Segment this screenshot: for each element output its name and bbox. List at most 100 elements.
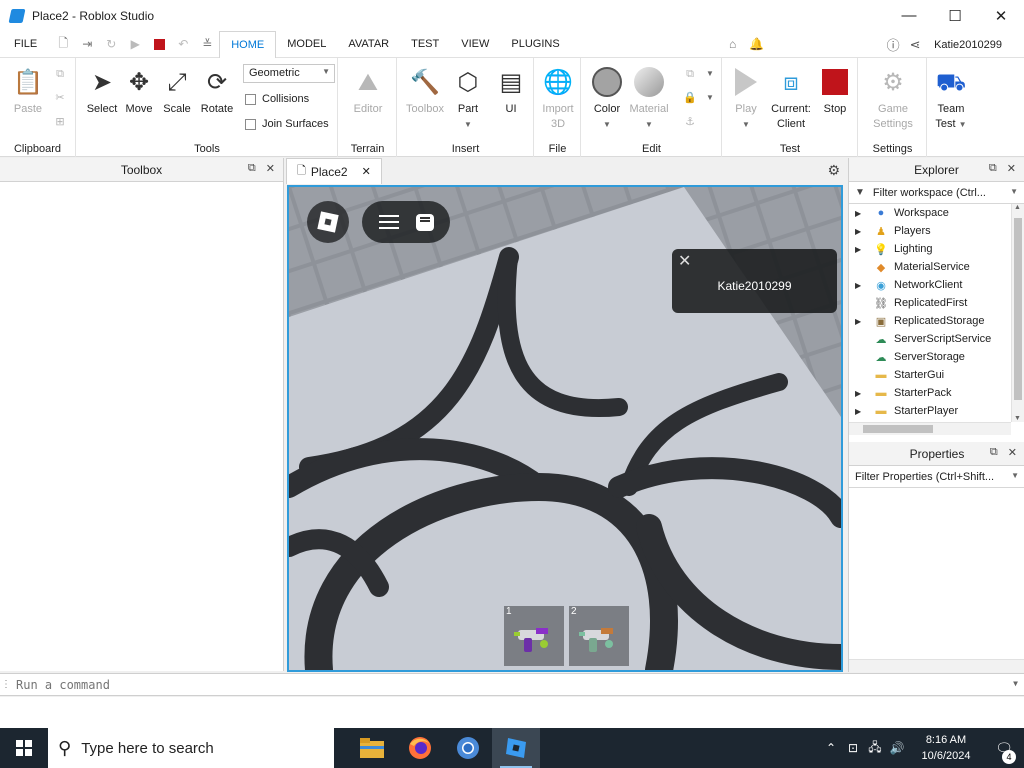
file-explorer-taskbar[interactable] [348,728,396,768]
user-name[interactable]: Katie2010299 [926,39,1024,51]
close-button[interactable]: ✕ [978,0,1024,31]
group-icon[interactable]: ⧉ [682,66,698,82]
explorer-filter[interactable]: ▼ Filter workspace (Ctrl... ▼ [849,182,1024,204]
game-settings-button[interactable]: ⚙ Game Settings [868,66,918,132]
viewport-settings-gear-icon[interactable]: ⚙ [827,162,840,179]
material-button[interactable]: Material ▼ [624,66,674,132]
help-icon[interactable]: ⓘ [882,35,904,54]
play-small-icon[interactable]: ▶ [123,32,147,56]
file-menu[interactable]: FILE [0,38,51,50]
new-file-icon[interactable]: 🗋 [51,32,75,56]
ui-button[interactable]: ▤ UI [486,66,536,117]
stop-small-icon[interactable] [147,32,171,56]
explorer-item-replicatedfirst[interactable]: ⛓ ReplicatedFirst [849,294,1011,312]
anchor-icon[interactable]: ⚓ [682,114,698,130]
rotate-button[interactable]: ⟳ Rotate [192,66,242,117]
expand-arrow-icon[interactable]: ▶ [855,245,873,254]
hotbar-slot-1[interactable]: 1 [504,606,564,666]
quick-access-dropdown-icon[interactable]: ≚ [195,32,219,56]
collisions-checkbox[interactable]: Collisions [245,93,309,105]
color-dropdown-icon[interactable]: ▼ [603,120,611,129]
properties-filter[interactable]: Filter Properties (Ctrl+Shift... ▼ [849,466,1024,488]
terrain-editor-button[interactable]: ⛰ Editor [343,66,393,117]
tray-chevron-up-icon[interactable]: ⌃ [820,741,842,755]
lock-icon[interactable]: 🔒 [682,90,698,106]
join-surfaces-checkbox[interactable]: Join Surfaces [245,118,329,130]
explorer-item-starterplayer[interactable]: ▶ ▬ StarterPlayer [849,402,1011,420]
undo-icon[interactable]: ↶ [171,32,195,56]
expand-arrow-icon[interactable]: ▶ [855,227,873,236]
chat-icon[interactable] [415,213,434,231]
tray-network-status-icon[interactable]: ⊡ [842,741,864,755]
material-dropdown-icon[interactable]: ▼ [645,120,653,129]
publish-icon[interactable]: ⇥ [75,32,99,56]
tray-network-icon[interactable]: 🖧 [864,738,886,759]
tab-plugins[interactable]: PLUGINS [500,31,570,58]
explorer-vertical-scrollbar[interactable]: ▲ ▼ [1011,204,1024,422]
maximize-button[interactable]: ☐ [932,0,978,31]
collapse-ribbon-icon[interactable]: ⌂ [721,32,745,56]
stop-button[interactable]: Stop [810,66,860,117]
hotbar-slot-2[interactable]: 2 [569,606,629,666]
share-icon[interactable]: ⋖ [904,37,926,53]
tray-volume-icon[interactable]: 🔊 [886,741,908,755]
explorer-item-starterpack[interactable]: ▶ ▬ StarterPack [849,384,1011,402]
explorer-item-workspace[interactable]: ▶ ● Workspace [849,204,1011,222]
tab-view[interactable]: VIEW [450,31,500,58]
expand-arrow-icon[interactable]: ▶ [855,389,873,398]
explorer-item-startergui[interactable]: ▬ StarterGui [849,366,1011,384]
explorer-item-lighting[interactable]: ▶ 💡 Lighting [849,240,1011,258]
explorer-item-serverscriptservice[interactable]: ☁ ServerScriptService [849,330,1011,348]
expand-arrow-icon[interactable]: ▶ [855,209,873,218]
play-dropdown-icon[interactable]: ▼ [742,120,750,129]
explorer-close-icon[interactable]: ✕ [1007,162,1016,175]
expand-arrow-icon[interactable]: ▶ [855,281,873,290]
notification-center-button[interactable]: 🗨 4 [984,740,1024,764]
game-viewport[interactable]: ✕ Katie2010299 1 2 [287,185,843,672]
cut-icon[interactable]: ✂ [52,90,68,106]
current-client-button[interactable]: ⧈ Current: Client [766,66,816,132]
document-tab-place2[interactable]: 🗋 Place2 ✕ [286,158,382,184]
redo-icon[interactable]: ↻ [99,32,123,56]
explorer-item-replicatedstorage[interactable]: ▶ ▣ ReplicatedStorage [849,312,1011,330]
toolbox-close-icon[interactable]: ✕ [266,162,275,175]
import-3d-button[interactable]: 🌐 Import 3D [533,66,583,132]
scroll-down-icon[interactable]: ▼ [1014,415,1021,422]
tab-avatar[interactable]: AVATAR [337,31,400,58]
undock-icon[interactable]: ⧉ [248,162,256,175]
tab-model[interactable]: MODEL [276,31,337,58]
clock[interactable]: 8:16 AM 10/6/2024 [908,732,984,764]
explorer-item-networkclient[interactable]: ▶ ◉ NetworkClient [849,276,1011,294]
player-name[interactable]: Katie2010299 [672,279,837,293]
tab-home[interactable]: HOME [219,30,277,59]
document-close-icon[interactable]: ✕ [362,165,371,178]
minimize-button[interactable]: — [886,0,932,31]
properties-close-icon[interactable]: ✕ [1008,446,1017,459]
explorer-item-players[interactable]: ▶ ♟ Players [849,222,1011,240]
duplicate-icon[interactable]: ⊞ [52,114,68,130]
explorer-undock-icon[interactable]: ⧉ [989,162,997,175]
taskbar-search[interactable]: ⚲ Type here to search [48,728,334,768]
properties-horizontal-scrollbar[interactable] [849,659,1024,672]
hamburger-menu-icon[interactable] [378,215,399,229]
group-dropdown-icon[interactable]: ▼ [702,66,718,82]
command-input[interactable] [16,677,996,692]
transform-mode-dropdown[interactable]: Geometric ▼ [243,64,335,83]
notification-bell-icon[interactable]: 🔔 [745,32,769,56]
roblox-menu-button[interactable] [307,201,349,243]
explorer-horizontal-scrollbar[interactable] [849,422,1011,435]
start-button[interactable] [0,728,48,768]
firefox-taskbar[interactable] [396,728,444,768]
lock-dropdown-icon[interactable]: ▼ [702,90,718,106]
explorer-item-serverstorage[interactable]: ☁ ServerStorage [849,348,1011,366]
copy-icon[interactable]: ⧉ [52,66,68,82]
part-dropdown-icon[interactable]: ▼ [464,120,472,129]
team-test-dropdown-icon[interactable]: ▼ [959,120,967,129]
explorer-item-materialservice[interactable]: ◆ MaterialService [849,258,1011,276]
popup-close-icon[interactable]: ✕ [678,251,691,271]
roblox-studio-taskbar[interactable] [492,728,540,768]
chevron-down-icon[interactable]: ▼ [1013,679,1018,688]
properties-undock-icon[interactable]: ⧉ [990,446,998,459]
team-test-button[interactable]: ⛟ Team Test ▼ [926,66,976,132]
expand-arrow-icon[interactable]: ▶ [855,407,873,416]
